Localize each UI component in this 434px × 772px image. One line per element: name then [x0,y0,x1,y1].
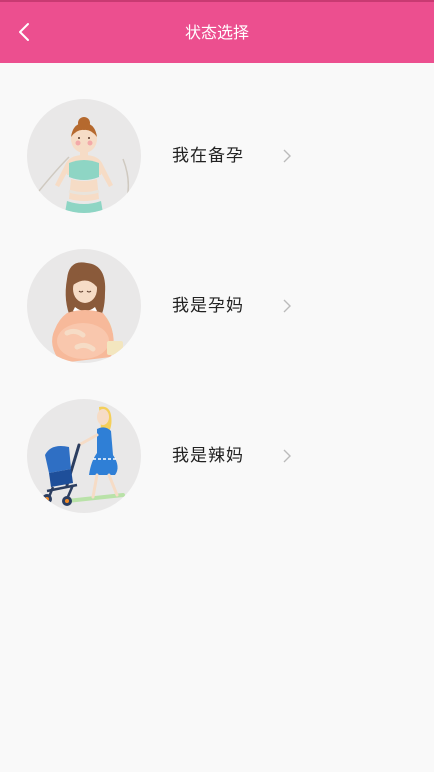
avatar [27,99,141,213]
woman-fitness-icon [38,117,130,213]
avatar [27,399,141,513]
chevron-right-icon [283,449,291,463]
chevron-right-icon [283,299,291,313]
chevron-right-icon [283,149,291,163]
state-label: 我在备孕 [172,146,244,166]
state-option-preparing[interactable]: 我在备孕 [0,99,330,215]
state-option-new-mom[interactable]: 我是辣妈 [0,399,330,515]
mother-with-stroller-icon [42,406,125,506]
state-label: 我是孕妈 [172,296,244,316]
state-option-pregnant[interactable]: 我是孕妈 [0,249,330,365]
top-app-bar: 状态选择 [0,0,434,63]
pregnant-woman-icon [52,262,123,363]
state-label: 我是辣妈 [172,446,244,466]
avatar [27,249,141,363]
page-title: 状态选择 [184,23,249,42]
